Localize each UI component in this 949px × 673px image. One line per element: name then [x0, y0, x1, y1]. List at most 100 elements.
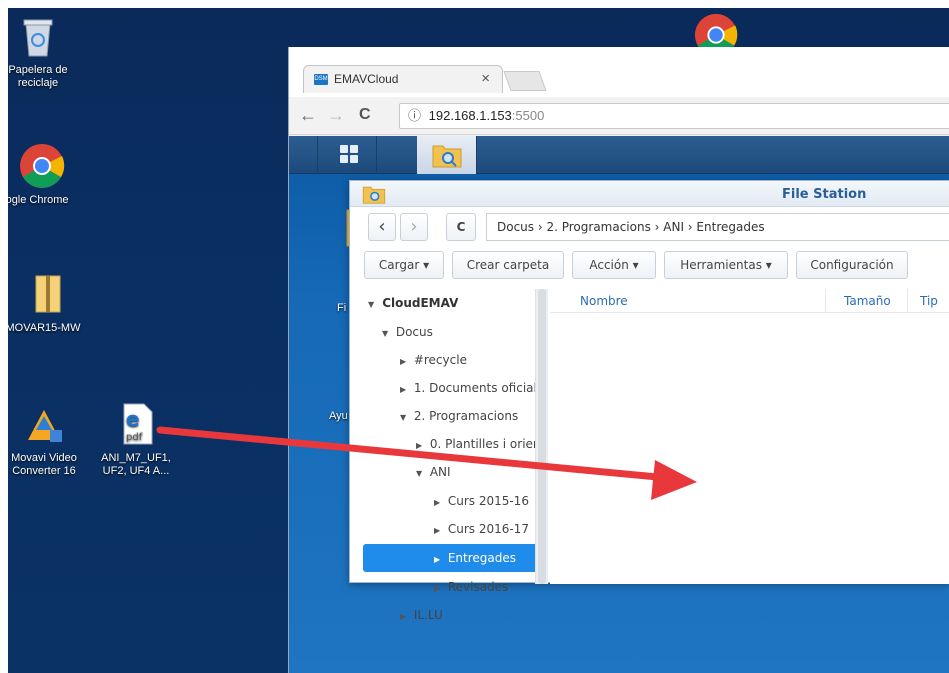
chrome-icon — [18, 142, 66, 190]
recycle-bin-icon — [14, 12, 62, 60]
file-station-taskbar-button[interactable] — [417, 136, 477, 174]
tree-item-label: #recycle — [413, 353, 467, 367]
dsm-favicon-icon: DSM — [314, 74, 328, 85]
expand-arrow-icon[interactable]: ▶ — [434, 489, 444, 515]
url-host: 192.168.1.153 — [428, 108, 512, 123]
svg-text:e: e — [126, 407, 140, 431]
pdf-label: ANI_M7_UF1, UF2, UF4 A... — [101, 452, 171, 477]
movavi-icon — [20, 400, 68, 448]
column-separator — [907, 289, 908, 313]
column-size-header[interactable]: Tamaño — [844, 294, 891, 308]
file-station-icon — [432, 145, 462, 168]
dsm-desktop-label-help: Ayu — [329, 410, 348, 422]
expand-arrow-icon[interactable]: ▶ — [400, 376, 410, 402]
tab-strip: DSM EMAVCloud × — [289, 47, 949, 97]
tree-item-recycle[interactable]: ▶ #recycle — [400, 346, 467, 374]
expand-arrow-icon[interactable]: ▶ — [434, 517, 444, 543]
tree-item-illu[interactable]: ▶ IL.LU — [400, 601, 443, 629]
file-list-drop-area[interactable] — [550, 314, 949, 584]
back-icon[interactable]: ← — [299, 105, 317, 125]
tab-close-icon[interactable]: × — [481, 70, 490, 87]
tree-item-documents-oficials[interactable]: ▶ 1. Documents oficials — [400, 374, 536, 402]
nav-back-button[interactable]: ‹ — [368, 213, 396, 241]
tree-item-curs-2015-16[interactable]: ▶ Curs 2015-16 — [434, 487, 529, 515]
forward-icon[interactable]: → — [327, 105, 345, 125]
tree-item-label: Curs 2016-17 — [447, 522, 529, 536]
desktop-icon-folder[interactable]: MOVAR15-MW — [8, 270, 90, 335]
column-type-header[interactable]: Tip — [920, 294, 938, 308]
browser-window: DSM EMAVCloud × ← → C ⓘ 192.168.1.153:55… — [288, 47, 949, 673]
tree-scrollbar-thumb[interactable] — [538, 289, 546, 584]
file-list-header: Nombre Tamaño Tip — [550, 289, 949, 313]
file-station-titlebar[interactable]: File Station — [350, 181, 949, 207]
tree-item-label: ANI — [429, 465, 451, 479]
create-folder-button[interactable]: Crear carpeta — [452, 251, 564, 279]
tree-item-docus[interactable]: ▼ Docus — [382, 318, 433, 346]
tree-item-label: Revisades — [447, 580, 509, 594]
recycle-bin-label: Papelera de reciclaje — [8, 64, 68, 89]
movavi-label: Movavi Video Converter 16 — [11, 452, 77, 477]
info-icon[interactable]: ⓘ — [408, 108, 421, 123]
address-bar[interactable]: ⓘ 192.168.1.153:5500 — [399, 103, 949, 129]
desktop-icon-chrome[interactable]: oogle Chrome — [8, 142, 84, 207]
tree-item-cloudemav[interactable]: ▼ CloudEMAV — [368, 289, 458, 317]
desktop-icon-movavi[interactable]: Movavi Video Converter 16 — [8, 400, 86, 478]
folder-tree: ▼ CloudEMAV ▼ Docus ▶ #recycle ▶ 1. Docu… — [350, 289, 550, 622]
new-tab-button[interactable] — [503, 71, 547, 91]
tree-item-label: IL.LU — [413, 608, 443, 622]
chrome-label: oogle Chrome — [8, 194, 69, 206]
tree-item-ani[interactable]: ▼ ANI — [416, 458, 451, 486]
expand-arrow-icon[interactable]: ▼ — [400, 404, 410, 430]
file-station-title: File Station — [782, 187, 867, 202]
column-separator — [825, 289, 826, 313]
tree-item-label: 1. Documents oficials — [413, 381, 536, 395]
expand-arrow-icon[interactable]: ▶ — [400, 603, 410, 629]
tree-item-curs-2016-17[interactable]: ▶ Curs 2016-17 — [434, 515, 529, 543]
tree-item-entregades[interactable]: ▶ Entregades — [363, 544, 543, 572]
edge-pdf-icon: e pdf — [112, 400, 160, 448]
tab-title: EMAVCloud — [334, 72, 399, 86]
file-station-window: File Station ‹ › C Docus › 2. Programaci… — [349, 180, 949, 622]
desktop-icon-pdf[interactable]: e pdf ANI_M7_UF1, UF2, UF4 A... — [94, 400, 178, 478]
tree-scrollbar[interactable] — [535, 289, 548, 584]
tree-item-label: Entregades — [447, 551, 516, 565]
reload-icon[interactable]: C — [359, 105, 371, 125]
tree-item-label: 2. Programacions — [413, 409, 519, 423]
main-menu-icon — [340, 145, 358, 163]
file-station-title-icon — [362, 186, 386, 204]
tree-item-revisades[interactable]: ▶ Revisades — [434, 573, 508, 601]
expand-arrow-icon[interactable]: ▼ — [368, 291, 378, 317]
tools-button[interactable]: Herramientas ▾ — [664, 251, 788, 279]
nav-forward-button[interactable]: › — [400, 213, 428, 241]
expand-arrow-icon[interactable]: ▶ — [416, 432, 426, 458]
expand-arrow-icon[interactable]: ▶ — [434, 546, 444, 572]
folder-label: MOVAR15-MW — [8, 322, 81, 334]
tree-item-programacions[interactable]: ▼ 2. Programacions — [400, 402, 536, 430]
dsm-desktop: Fi Ayu File Station ‹ › C Docus › 2. Pro… — [289, 136, 949, 673]
chrome-window-icon — [693, 12, 739, 48]
expand-arrow-icon[interactable]: ▶ — [400, 348, 410, 374]
expand-arrow-icon[interactable]: ▼ — [416, 460, 426, 486]
url-port: :5500 — [511, 108, 545, 123]
expand-arrow-icon[interactable]: ▶ — [434, 575, 444, 601]
upload-button[interactable]: Cargar ▾ — [364, 251, 444, 279]
svg-text:pdf: pdf — [126, 432, 143, 443]
desktop-icon-recycle-bin[interactable]: Papelera de reciclaje — [8, 12, 80, 90]
tree-item-plantilles[interactable]: ▶ 0. Plantilles i orien — [416, 430, 536, 458]
action-button[interactable]: Acción ▾ — [572, 251, 656, 279]
zip-folder-icon — [24, 270, 72, 318]
refresh-button[interactable]: C — [446, 213, 476, 241]
dsm-desktop-label-filestation: Fi — [337, 302, 347, 314]
settings-button[interactable]: Configuración — [796, 251, 908, 279]
path-breadcrumb[interactable]: Docus › 2. Programacions › ANI › Entrega… — [486, 213, 949, 241]
browser-toolbar: ← → C ⓘ 192.168.1.153:5500 — [289, 97, 949, 135]
tree-item-label: CloudEMAV — [382, 296, 459, 310]
main-menu-button[interactable] — [317, 136, 377, 174]
tree-item-label: 0. Plantilles i orien — [429, 437, 536, 451]
tree-item-label: Curs 2015-16 — [447, 494, 529, 508]
browser-tab[interactable]: DSM EMAVCloud × — [303, 65, 503, 93]
dsm-taskbar — [289, 136, 949, 174]
expand-arrow-icon[interactable]: ▼ — [382, 320, 392, 346]
column-name-header[interactable]: Nombre — [580, 294, 628, 308]
tree-item-label: Docus — [395, 325, 433, 339]
